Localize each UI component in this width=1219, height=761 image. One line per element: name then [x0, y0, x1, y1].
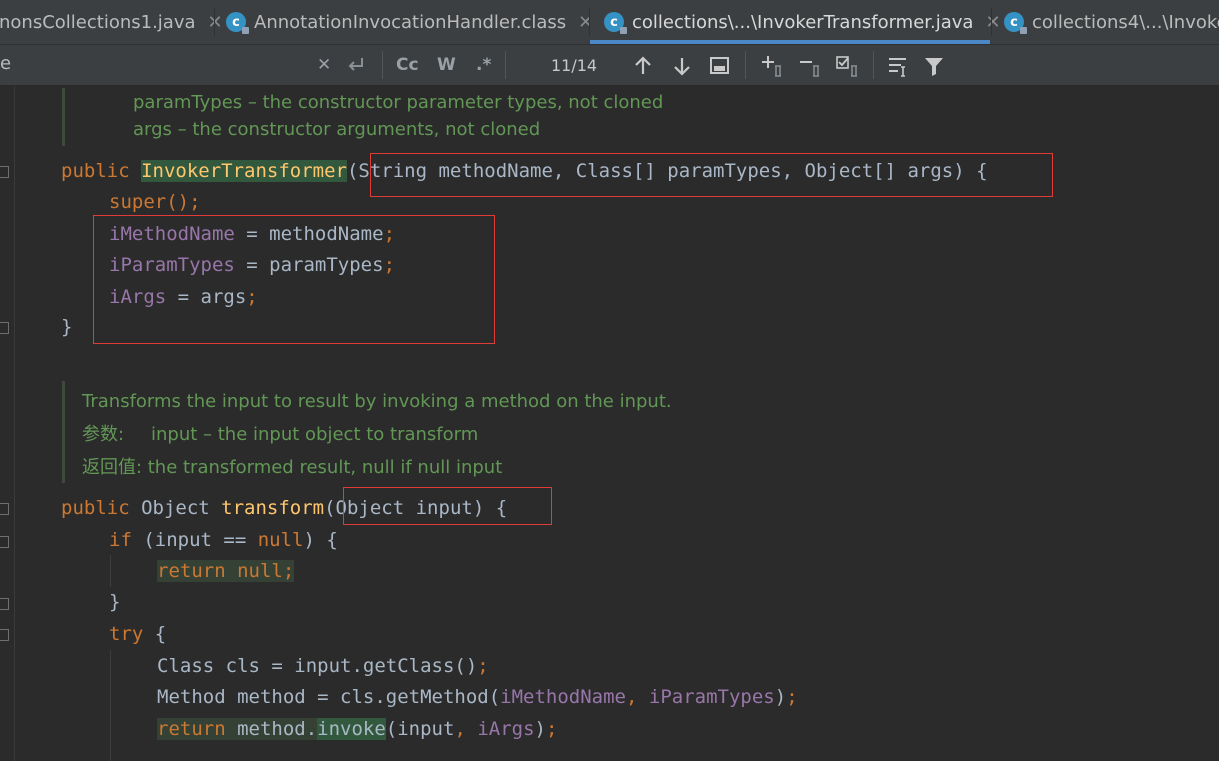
doc-args: args – the constructor arguments, not cl…	[133, 119, 541, 140]
select-occurrence-icon[interactable]	[708, 54, 732, 78]
doc-return-label: 返回值:	[82, 457, 143, 478]
fold-marker-icon[interactable]	[0, 598, 9, 610]
method-name: transform	[221, 497, 325, 519]
keyword: return	[157, 718, 226, 740]
keyword: null	[257, 529, 304, 551]
comma: ,	[626, 686, 649, 708]
keyword: try	[109, 623, 144, 645]
regex-button[interactable]: .*	[476, 45, 491, 85]
editor-tab-bar: nonsCollections1.java ✕ c AnnotationInvo…	[0, 0, 1219, 45]
tab-divider	[214, 8, 215, 36]
close-icon[interactable]: ✕	[985, 12, 1000, 33]
next-occurrence-icon[interactable]	[670, 54, 694, 78]
match-count: 11/14	[551, 55, 598, 75]
semicolon: ;	[477, 655, 489, 677]
doc-comment-bar	[62, 88, 65, 146]
tab-label: collections\...\InvokerTransformer.java	[632, 11, 974, 33]
code-line-if: if (input == null) {	[109, 528, 338, 552]
annotation-box-transform-param	[343, 487, 552, 525]
filter-search-results-icon[interactable]	[886, 54, 910, 78]
doc-comment-bar	[62, 381, 65, 483]
fold-marker-icon[interactable]	[0, 322, 9, 334]
java-class-icon: c	[604, 12, 627, 34]
tab-divider	[991, 8, 992, 36]
method-name: InvokerTransformer	[141, 160, 347, 182]
tab-nons-collections[interactable]: nonsCollections1.java ✕	[0, 0, 223, 44]
code-text: )	[774, 686, 787, 708]
find-bar: e ✕ Cc W .* 11/14	[0, 45, 1219, 86]
field-name: iArgs	[477, 718, 535, 740]
toolbar-divider	[505, 51, 506, 79]
code-line-invoke: return method.invoke(input, iArgs);	[157, 717, 557, 741]
doc-param-types: paramTypes – the constructor parameter t…	[133, 92, 664, 113]
annotation-box-field-assignments	[93, 215, 495, 344]
code-text: (input ==	[131, 529, 258, 551]
keyword: super	[109, 191, 167, 213]
code-text: )	[534, 718, 546, 740]
clear-search-icon[interactable]: ✕	[317, 45, 331, 85]
fold-marker-icon[interactable]	[0, 166, 9, 178]
previous-occurrence-icon[interactable]	[631, 54, 655, 78]
doc-transform-description: Transforms the input to result by invoki…	[82, 391, 672, 412]
code-text: Class cls = input.getClass()	[157, 655, 478, 677]
tab-invoker-transformer[interactable]: c collections\...\InvokerTransformer.jav…	[590, 0, 1001, 44]
fold-marker-icon[interactable]	[0, 503, 9, 515]
tab-collections4-invoker[interactable]: c collections4\...\Invoke	[1004, 0, 1219, 44]
method-call: invoke	[317, 718, 386, 740]
doc-param-input: input – the input object to transform	[151, 424, 479, 445]
toolbar-divider	[745, 51, 746, 79]
indent-guide	[110, 555, 111, 587]
tab-annotation-invocation-handler[interactable]: c AnnotationInvocationHandler.class ✕	[226, 0, 593, 44]
fold-marker-icon[interactable]	[0, 629, 9, 641]
semicolon: ;	[545, 718, 558, 740]
keyword: public	[61, 160, 142, 182]
remove-occurrence-icon[interactable]	[797, 54, 825, 78]
java-class-icon: c	[1004, 12, 1027, 34]
fold-marker-icon[interactable]	[0, 536, 9, 548]
match-case-button[interactable]: Cc	[396, 45, 419, 85]
code-line-try: try {	[109, 622, 166, 646]
return-type: Object	[141, 497, 222, 519]
code-text: ) {	[303, 529, 338, 551]
keyword: if	[109, 529, 132, 551]
code-text: ();	[166, 191, 201, 213]
search-input[interactable]: e	[0, 53, 11, 74]
field-name: iParamTypes	[648, 686, 775, 708]
field-name: iMethodName	[500, 686, 627, 708]
toolbar-divider	[873, 51, 874, 79]
doc-return-text: the transformed result, null if null inp…	[142, 457, 503, 478]
semicolon: ;	[282, 560, 295, 582]
code-line-ctor-close: }	[61, 316, 73, 338]
close-icon[interactable]: ✕	[208, 12, 223, 33]
code-line-getclass: Class cls = input.getClass();	[157, 654, 489, 678]
add-occurrence-icon[interactable]	[759, 54, 787, 78]
code-line-if-close: }	[109, 591, 121, 613]
words-button[interactable]: W	[437, 45, 456, 85]
doc-param-label: 参数:	[82, 424, 125, 445]
code-text: method.	[225, 718, 318, 740]
new-line-icon[interactable]	[346, 45, 366, 85]
class-file-icon: c	[226, 12, 249, 34]
code-text: (input	[385, 718, 455, 740]
annotation-box-ctor-params	[370, 153, 1053, 197]
code-line-super: super();	[109, 190, 201, 214]
keyword: public	[61, 497, 142, 519]
keyword: return null	[157, 560, 283, 582]
filter-icon[interactable]	[922, 54, 946, 78]
semicolon: ;	[786, 686, 798, 708]
comma: ,	[454, 718, 478, 740]
code-text: Method method = cls.getMethod(	[157, 686, 501, 708]
tab-label: AnnotationInvocationHandler.class	[254, 11, 567, 33]
gutter-divider	[14, 86, 15, 761]
indent-guide	[110, 650, 111, 761]
toolbar-divider	[382, 51, 383, 79]
tab-label: nonsCollections1.java	[0, 11, 196, 33]
select-all-occurrences-icon[interactable]	[835, 54, 863, 78]
tab-label: collections4\...\Invoke	[1032, 11, 1219, 33]
code-line-getmethod: Method method = cls.getMethod(iMethodNam…	[157, 685, 798, 709]
code-text: {	[143, 623, 167, 645]
code-line-return-null: return null;	[157, 559, 295, 583]
